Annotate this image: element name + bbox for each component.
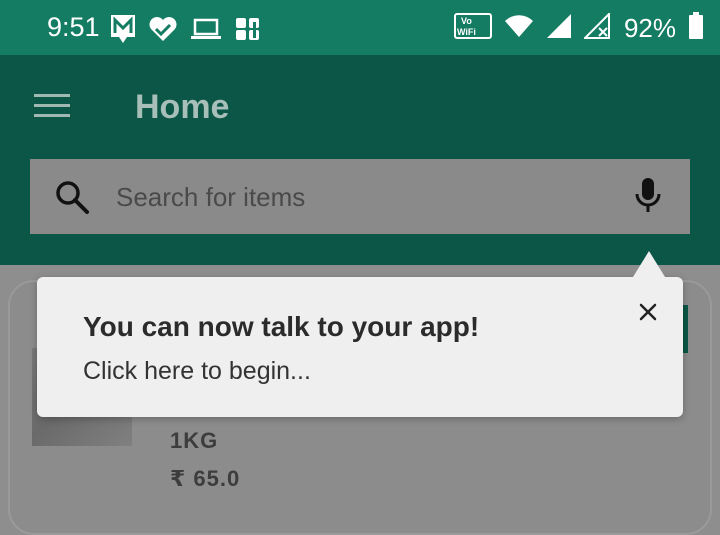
- battery-percent: 92%: [623, 13, 676, 43]
- menu-icon[interactable]: [34, 94, 72, 120]
- close-icon[interactable]: [635, 299, 661, 325]
- vowifi-icon: Vo WiFi: [453, 13, 492, 44]
- signal-no-sim-icon: [582, 11, 612, 44]
- signal-icon: [546, 13, 572, 44]
- status-time: 9:51: [47, 12, 100, 42]
- tooltip-title: You can now talk to your app!: [83, 311, 480, 342]
- vowifi-label-top: Vo: [461, 16, 472, 26]
- laptop-icon: [190, 17, 222, 46]
- vowifi-label-bottom: WiFi: [457, 27, 476, 37]
- system-icons: Vo WiFi 92%: [453, 11, 704, 45]
- tooltip-body[interactable]: Click here to begin...: [83, 357, 311, 386]
- battery-icon: [688, 12, 704, 45]
- search-bar[interactable]: [30, 159, 690, 234]
- app-bar: Home: [0, 55, 720, 265]
- product-quantity: 1KG: [170, 428, 219, 453]
- search-icon: [54, 179, 90, 220]
- health-icon: [148, 16, 178, 47]
- voice-tooltip[interactable]: You can now talk to your app! Click here…: [37, 251, 683, 417]
- app-icon: [234, 15, 262, 48]
- search-input[interactable]: [114, 177, 598, 217]
- tooltip-arrow: [633, 251, 665, 277]
- status-bar: 9:51 Vo WiFi 92%: [0, 0, 720, 55]
- notification-icons: [110, 14, 262, 49]
- wifi-icon: [504, 14, 534, 43]
- product-price: ₹ 65.0: [170, 466, 241, 491]
- gmail-icon: [110, 14, 136, 49]
- page-title: Home: [135, 88, 230, 126]
- microphone-icon[interactable]: [632, 176, 664, 221]
